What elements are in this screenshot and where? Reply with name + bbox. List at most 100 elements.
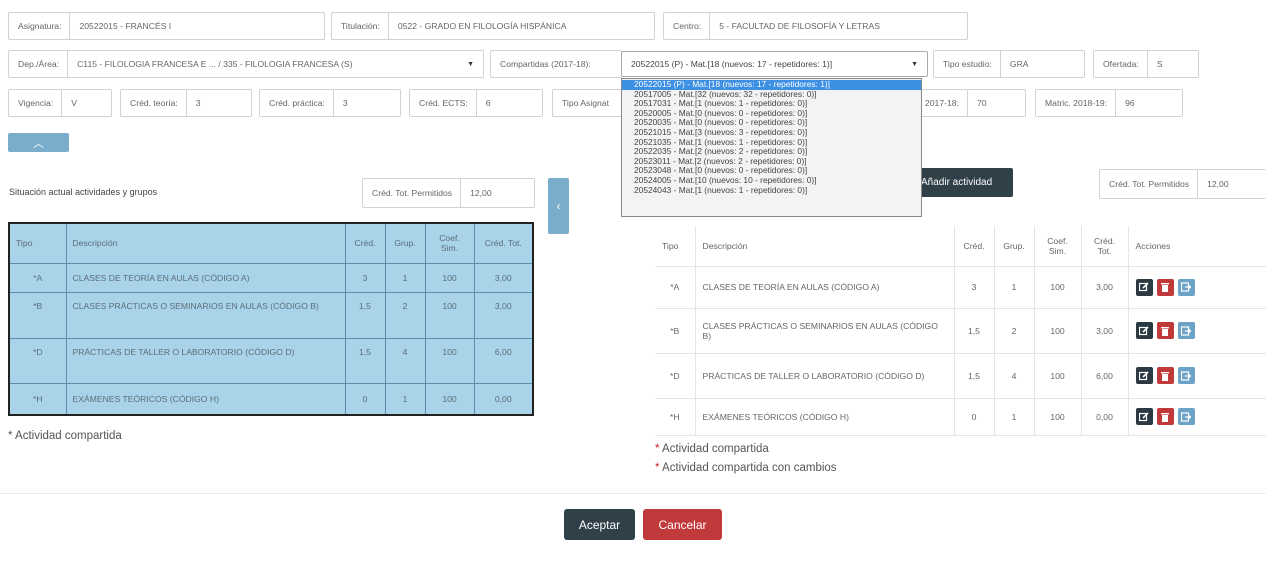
dep-area-field[interactable]: Dep./Área: C115 - FILOLOGIA FRANCESA E .… bbox=[8, 50, 484, 78]
matric-2017-value: 70 bbox=[976, 98, 987, 108]
delete-button[interactable] bbox=[1156, 322, 1174, 339]
matric-2017-label: 2017-18: bbox=[920, 90, 968, 116]
column-header: Créd. bbox=[954, 226, 995, 267]
table-row: *D PRÁCTICAS DE TALLER O LABORATORIO (CÓ… bbox=[655, 353, 1266, 399]
table-row: *D PRÁCTICAS DE TALLER O LABORATORIO (CÓ… bbox=[8, 337, 534, 384]
table-row: *H EXÁMENES TEÓRICOS (CÓDIGO H) 0 1 100 … bbox=[655, 398, 1266, 436]
trash-icon bbox=[1161, 326, 1169, 336]
edit-button[interactable] bbox=[1135, 278, 1153, 296]
column-header: Acciones bbox=[1128, 226, 1266, 267]
cred-practica-field: Créd. práctica: 3 bbox=[259, 89, 401, 117]
share-button[interactable] bbox=[1177, 278, 1195, 296]
left-cred-total-label: Créd. Tot. Permitidos bbox=[363, 179, 462, 207]
vigencia-value: V bbox=[71, 98, 77, 108]
share-icon bbox=[1181, 282, 1191, 292]
share-button[interactable] bbox=[1177, 408, 1195, 425]
copy-left-button[interactable]: ‹ bbox=[548, 178, 569, 234]
proposed-activities-table: Tipo Descripción Créd. Grup. Coef. Sim. … bbox=[655, 226, 1266, 436]
tipo-cell: *B bbox=[655, 308, 696, 354]
description-cell: EXÁMENES TEÓRICOS (CÓDIGO H) bbox=[695, 398, 955, 436]
cred-teoria-value: 3 bbox=[195, 98, 201, 108]
cred-tot-cell: 3,00 bbox=[473, 262, 534, 293]
description-cell: EXÁMENES TEÓRICOS (CÓDIGO H) bbox=[65, 382, 346, 416]
asignatura-value: 20522015 - FRANCÉS I bbox=[79, 21, 172, 31]
dropdown-option[interactable]: 20524043 - Mat.[1 (nuevos: 1 - repetidor… bbox=[622, 185, 921, 196]
matric-2018-value: 96 bbox=[1125, 98, 1135, 108]
column-header: Grup. bbox=[384, 222, 426, 264]
ofertada-field: Ofertada: S bbox=[1093, 50, 1199, 78]
chevron-down-icon: ▼ bbox=[911, 60, 918, 68]
tipo-asignatura-label: Tipo Asignat bbox=[562, 98, 609, 108]
cred-cell: 0 bbox=[954, 398, 995, 436]
share-button[interactable] bbox=[1177, 322, 1195, 339]
cred-teoria-label: Créd. teoría: bbox=[121, 90, 187, 116]
tipo-estudio-value: GRA bbox=[1009, 59, 1029, 69]
edit-icon bbox=[1139, 282, 1149, 292]
cancel-button[interactable]: Cancelar bbox=[643, 509, 722, 540]
edit-button[interactable] bbox=[1135, 367, 1153, 384]
cred-cell: 1,5 bbox=[344, 291, 386, 339]
matric-2017-field: 2017-18: 70 bbox=[920, 89, 1026, 117]
column-header: Tipo bbox=[8, 222, 67, 264]
matric-2018-field: Matric. 2018-19: 96 bbox=[1035, 89, 1183, 117]
right-cred-total-value: 12,00 bbox=[1207, 179, 1229, 189]
compartidas-value: 20522015 (P) - Mat.[18 (nuevos: 17 - rep… bbox=[631, 59, 833, 69]
description-cell: CLASES DE TEORÍA EN AULAS (CÓDIGO A) bbox=[695, 266, 955, 309]
description-cell: CLASES PRÁCTICAS O SEMINARIOS EN AULAS (… bbox=[65, 291, 346, 339]
delete-button[interactable] bbox=[1156, 278, 1174, 296]
right-note-changed-text: Actividad compartida con cambios bbox=[662, 462, 837, 474]
dep-area-value: C115 - FILOLOGIA FRANCESA E ... / 335 - … bbox=[77, 59, 353, 69]
cred-tot-cell: 3,00 bbox=[473, 291, 534, 339]
left-cred-total-value: 12,00 bbox=[470, 188, 492, 198]
description-cell: CLASES PRÁCTICAS O SEMINARIOS EN AULAS (… bbox=[695, 308, 955, 354]
column-header: Coef. Sim. bbox=[424, 222, 475, 264]
compartidas-dropdown-list[interactable]: 20522015 (P) - Mat.[18 (nuevos: 17 - rep… bbox=[621, 78, 922, 217]
delete-button[interactable] bbox=[1156, 367, 1174, 384]
tipo-cell: *H bbox=[8, 382, 67, 416]
trash-icon bbox=[1161, 412, 1169, 422]
current-activities-table: Tipo Descripción Créd. Grup. Coef. Sim. … bbox=[8, 222, 534, 416]
column-header: Coef. Sim. bbox=[1034, 226, 1082, 267]
edit-icon bbox=[1139, 370, 1149, 380]
dep-area-label: Dep./Área: bbox=[9, 51, 69, 77]
left-cred-total-field: Créd. Tot. Permitidos 12,00 bbox=[362, 178, 535, 208]
share-icon bbox=[1181, 370, 1191, 381]
compartidas-field: Compartidas (2017-18): bbox=[490, 50, 622, 78]
chevron-up-icon: ︿ bbox=[33, 137, 44, 150]
table-header-row: Tipo Descripción Créd. Grup. Coef. Sim. … bbox=[8, 222, 534, 264]
centro-value: 5 - FACULTAD DE FILOSOFÍA Y LETRAS bbox=[719, 21, 880, 31]
add-activity-button[interactable]: Añadir actividad bbox=[912, 168, 1013, 197]
tipo-asignatura-field: Tipo Asignat bbox=[552, 89, 624, 117]
compartidas-select[interactable]: 20522015 (P) - Mat.[18 (nuevos: 17 - rep… bbox=[621, 51, 928, 77]
cred-tot-cell: 0,00 bbox=[1081, 398, 1129, 436]
accept-button[interactable]: Aceptar bbox=[564, 509, 635, 540]
edit-button[interactable] bbox=[1135, 322, 1153, 339]
edit-button[interactable] bbox=[1135, 408, 1153, 425]
collapse-button[interactable]: ︿ bbox=[8, 133, 69, 152]
grup-cell: 1 bbox=[994, 398, 1035, 436]
grup-cell: 1 bbox=[384, 262, 426, 293]
column-header: Descripción bbox=[65, 222, 346, 264]
dep-area-select[interactable]: C115 - FILOLOGIA FRANCESA E ... / 335 - … bbox=[68, 51, 483, 77]
centro-label: Centro: bbox=[664, 13, 711, 39]
cred-ects-label: Créd. ECTS: bbox=[410, 90, 477, 116]
cred-tot-cell: 6,00 bbox=[1081, 353, 1129, 399]
column-header: Créd. bbox=[344, 222, 386, 264]
titulacion-value: 0522 - GRADO EN FILOLOGÍA HISPÁNICA bbox=[397, 21, 567, 31]
right-note-shared-text: Actividad compartida bbox=[662, 443, 769, 455]
share-button[interactable] bbox=[1177, 367, 1195, 384]
right-note-shared: * Actividad compartida bbox=[655, 443, 769, 455]
edit-icon bbox=[1139, 411, 1149, 421]
table-row: *B CLASES PRÁCTICAS O SEMINARIOS EN AULA… bbox=[655, 308, 1266, 354]
edit-icon bbox=[1139, 325, 1149, 335]
delete-button[interactable] bbox=[1156, 408, 1174, 425]
asterisk-marker: * bbox=[655, 443, 660, 455]
titulacion-field: Titulación: 0522 - GRADO EN FILOLOGÍA HI… bbox=[331, 12, 655, 40]
chevron-down-icon: ▼ bbox=[467, 60, 474, 68]
coef-cell: 100 bbox=[424, 291, 475, 339]
trash-icon bbox=[1161, 371, 1169, 381]
asignatura-field: Asignatura: 20522015 - FRANCÉS I bbox=[8, 12, 325, 40]
actions-cell bbox=[1128, 266, 1266, 309]
cred-cell: 1,5 bbox=[954, 353, 995, 399]
coef-cell: 100 bbox=[1034, 353, 1082, 399]
